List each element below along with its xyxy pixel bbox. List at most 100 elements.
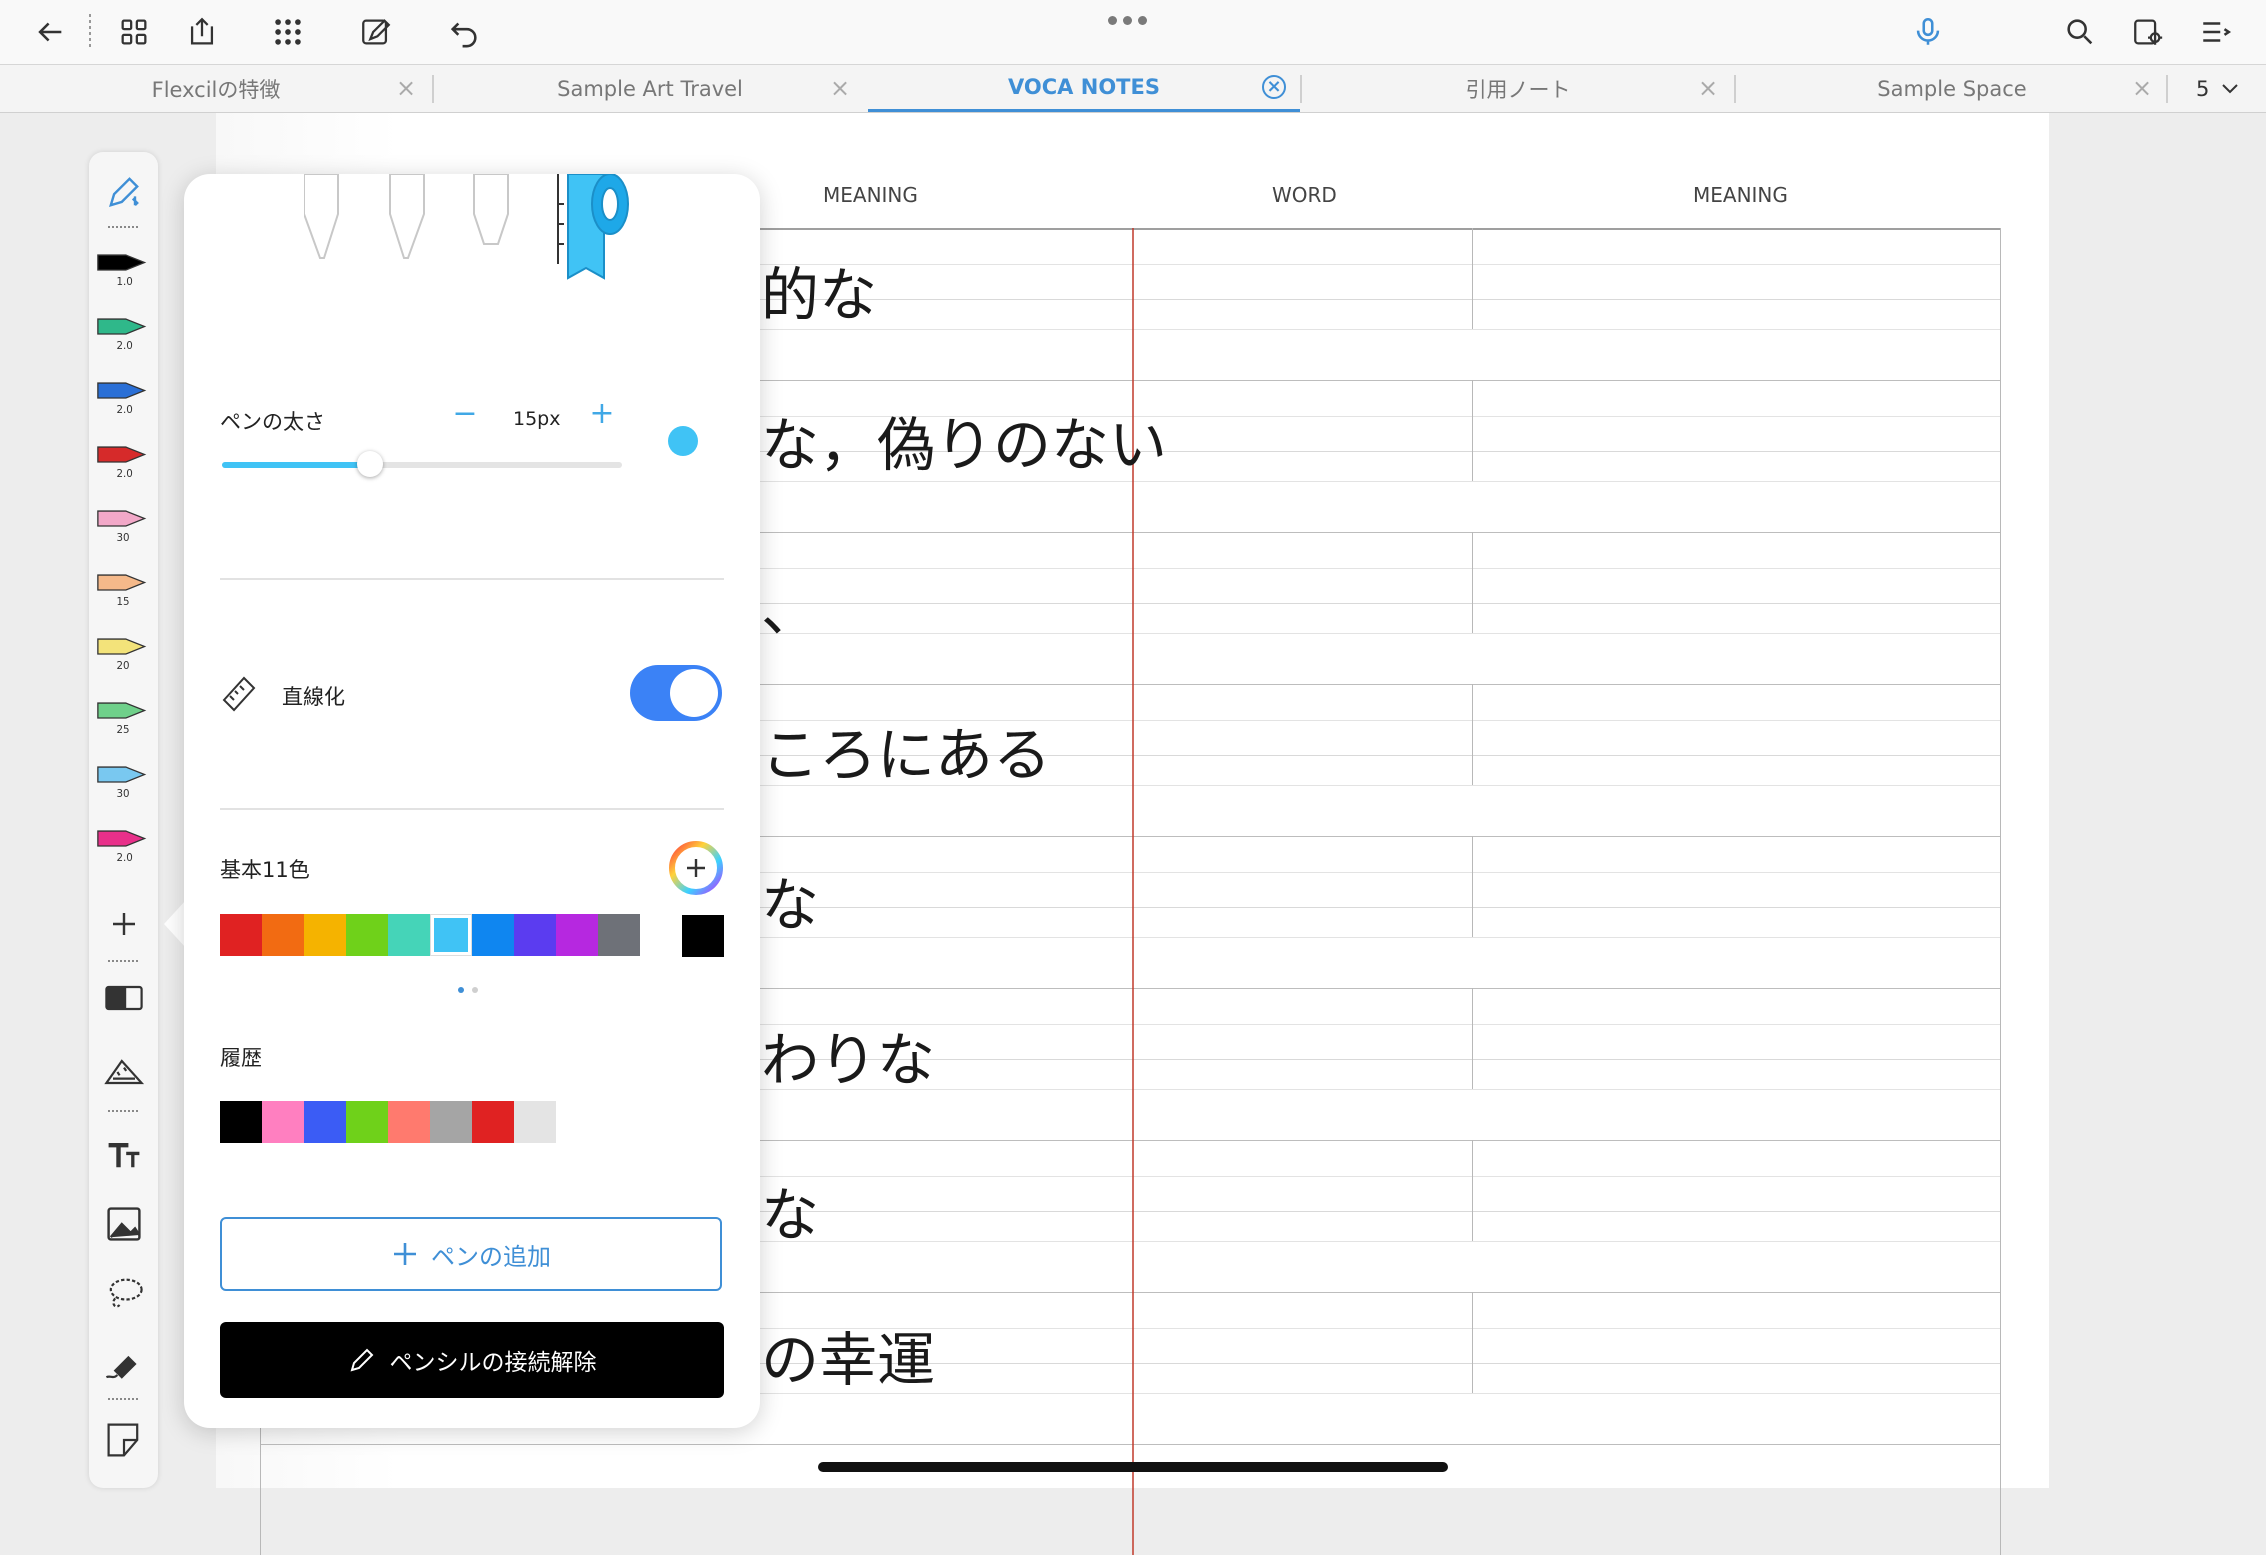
pen-preset-3[interactable]: 2.0 (89, 372, 158, 424)
basic-color-swatch-9[interactable] (556, 914, 598, 956)
rail-divider (108, 1398, 140, 1400)
tab-flexcil-features[interactable]: Flexcilの特徴 × (0, 65, 432, 112)
history-color-swatch-5[interactable] (388, 1101, 430, 1143)
tab-count-dropdown[interactable]: 5 (2196, 65, 2239, 112)
basic-color-swatch-10[interactable] (598, 914, 640, 956)
menu-icon[interactable] (2196, 14, 2236, 50)
add-pen-icon[interactable] (89, 898, 158, 950)
basic-color-swatch-4[interactable] (346, 914, 388, 956)
pen-preset-10[interactable]: 2.0 (89, 820, 158, 872)
tab-voca-notes[interactable]: VOCA NOTES × (868, 65, 1300, 112)
handwritten-text: わりな (761, 1026, 936, 1094)
straighten-toggle[interactable] (630, 665, 722, 721)
add-pen-label: ペンの追加 (431, 1242, 551, 1271)
ruler-icon[interactable] (89, 1046, 158, 1098)
pen-preset-5[interactable]: 30 (89, 500, 158, 552)
tab-sample-art-travel[interactable]: Sample Art Travel × (434, 65, 866, 112)
pen-size-label: 15 (116, 596, 129, 608)
slider-fill (222, 462, 370, 468)
thickness-increase-button[interactable]: + (587, 396, 617, 431)
lasso-icon[interactable] (89, 1268, 158, 1320)
history-color-swatch-6[interactable] (430, 1101, 472, 1143)
pen-preset-8[interactable]: 25 (89, 692, 158, 744)
more-dots-icon[interactable] (1108, 16, 1147, 25)
text-tool-icon[interactable] (89, 1128, 158, 1180)
column-divider (1472, 532, 1473, 633)
image-icon[interactable] (89, 1198, 158, 1250)
pen-size-label: 2.0 (116, 404, 132, 416)
edit-document-icon[interactable] (356, 14, 396, 50)
column-divider (1472, 1292, 1473, 1393)
share-icon[interactable] (182, 14, 222, 50)
pen-thickness-slider[interactable] (222, 451, 622, 477)
handwritten-text: な (761, 1181, 820, 1249)
back-arrow-icon[interactable] (30, 14, 70, 50)
pencil-bluetooth-icon[interactable] (89, 166, 158, 218)
rail-divider (108, 960, 140, 962)
pen-icon: 25 (96, 702, 146, 736)
microphone-icon[interactable] (1908, 14, 1948, 50)
home-indicator (818, 1462, 1448, 1472)
column-divider (1472, 988, 1473, 1089)
tab-divider (2166, 75, 2168, 103)
pen-preset-9[interactable]: 30 (89, 756, 158, 808)
pen-preset-7[interactable]: 20 (89, 628, 158, 680)
add-pen-button[interactable]: ペンの追加 (220, 1217, 722, 1291)
note-sticker-icon[interactable] (89, 1414, 158, 1466)
apps-icon[interactable] (268, 14, 308, 50)
history-color-swatch-2[interactable] (262, 1101, 304, 1143)
history-label: 履歴 (220, 1046, 262, 1070)
basic-color-swatch-8[interactable] (514, 914, 556, 956)
history-color-swatch-4[interactable] (346, 1101, 388, 1143)
pen-size-label: 2.0 (116, 852, 132, 864)
basic-color-swatch-3[interactable] (304, 914, 346, 956)
handwritten-text: な (761, 871, 820, 939)
column-divider (1472, 1140, 1473, 1241)
pen-type-selector-icon[interactable] (304, 174, 644, 294)
tab-label: Sample Art Travel (557, 76, 743, 101)
undo-icon[interactable] (444, 14, 484, 50)
slider-handle[interactable] (357, 451, 383, 477)
grid-icon[interactable] (114, 14, 154, 50)
pen-preset-1[interactable]: 1.0 (89, 244, 158, 296)
tab-label: 引用ノート (1465, 77, 1571, 102)
pen-size-label: 30 (116, 532, 129, 544)
history-color-swatch-7[interactable] (472, 1101, 514, 1143)
pen-size-label: 25 (116, 724, 129, 736)
document-tabs: Flexcilの特徴 × Sample Art Travel × VOCA NO… (0, 65, 2266, 113)
basic-color-swatches (220, 914, 640, 956)
column-divider (1472, 380, 1473, 481)
pen-icon: 2.0 (96, 830, 146, 864)
close-icon[interactable]: × (394, 76, 418, 100)
thickness-decrease-button[interactable]: − (450, 396, 480, 431)
pen-preset-4[interactable]: 2.0 (89, 436, 158, 488)
history-color-swatch-1[interactable] (220, 1101, 262, 1143)
basic-color-swatch-6[interactable] (434, 918, 468, 952)
highlighter-marker-icon[interactable] (89, 1338, 158, 1390)
basic-color-swatch-1[interactable] (220, 914, 262, 956)
close-icon[interactable]: × (1696, 76, 1720, 100)
history-color-swatch-3[interactable] (304, 1101, 346, 1143)
straighten-label: 直線化 (282, 685, 345, 709)
disconnect-pencil-button[interactable]: ペンシルの接続解除 (220, 1322, 724, 1398)
close-icon[interactable]: × (1262, 75, 1286, 99)
toolbar-divider (89, 14, 91, 50)
eraser-icon[interactable] (89, 972, 158, 1024)
basic-color-swatch-2[interactable] (262, 914, 304, 956)
color-wheel-add-icon[interactable] (668, 840, 724, 896)
close-icon[interactable]: × (2130, 76, 2154, 100)
pen-preset-6[interactable]: 15 (89, 564, 158, 616)
column-divider (1472, 684, 1473, 785)
history-color-swatch-8[interactable] (514, 1101, 556, 1143)
pen-size-label: 1.0 (116, 276, 132, 288)
pen-preset-2[interactable]: 2.0 (89, 308, 158, 360)
basic-color-swatch-5[interactable] (388, 914, 430, 956)
document-settings-icon[interactable] (2128, 14, 2168, 50)
close-icon[interactable]: × (828, 76, 852, 100)
tab-quote-notes[interactable]: 引用ノート × (1302, 65, 1734, 112)
tab-label: Flexcilの特徴 (151, 77, 281, 102)
color-swatch-black[interactable] (682, 915, 724, 957)
search-icon[interactable] (2060, 14, 2100, 50)
basic-color-swatch-7[interactable] (472, 914, 514, 956)
tab-sample-space[interactable]: Sample Space × (1736, 65, 2168, 112)
